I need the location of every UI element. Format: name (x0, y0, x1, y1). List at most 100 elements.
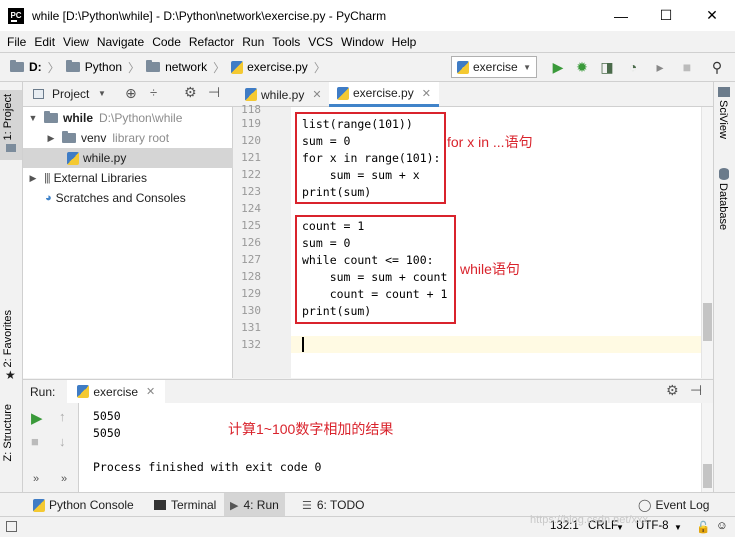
database-tab[interactable]: Database (717, 183, 729, 230)
menu-refactor[interactable]: Refactor (185, 35, 238, 49)
concurrency-icon[interactable]: ▸ (651, 58, 669, 76)
tab-label: exercise.py (353, 86, 414, 100)
chevron-down-icon: ▼ (523, 62, 531, 72)
tree-item-while-project[interactable]: ▼ while D:\Python\while (23, 108, 233, 128)
tree-item-venv[interactable]: ▶ venv library root (23, 128, 233, 148)
menu-vcs[interactable]: VCS (304, 35, 337, 49)
breadcrumb-python[interactable]: Python 〉 (65, 59, 141, 76)
maximize-button[interactable]: ☐ (643, 0, 689, 31)
arrow-down-icon[interactable]: ↓ (59, 434, 66, 449)
editor-scroll-thumb[interactable] (703, 303, 712, 341)
close-icon[interactable]: ✕ (422, 87, 431, 100)
chevron-right-icon: 〉 (128, 60, 141, 75)
close-icon[interactable]: ✕ (312, 88, 321, 101)
tree-item-label: while (63, 111, 94, 125)
python-console-tab[interactable]: Python Console (27, 493, 140, 517)
line-number: 123 (241, 185, 261, 198)
line-number: 127 (241, 253, 261, 266)
console-scroll-thumb[interactable] (703, 464, 712, 488)
menu-code[interactable]: Code (148, 35, 185, 49)
folder-icon (6, 144, 16, 152)
current-line-highlight (291, 336, 701, 353)
run-configuration-select[interactable]: exercise ▼ (451, 56, 537, 78)
tree-item-path: D:\Python\while (99, 111, 183, 125)
line-number: 132 (241, 338, 261, 351)
gear-icon[interactable]: ⚙ (184, 84, 197, 101)
stop-icon[interactable]: ■ (678, 58, 696, 76)
coverage-icon[interactable]: ◨ (598, 58, 616, 76)
more-icon[interactable]: » (61, 473, 67, 485)
hide-icon[interactable]: ⊣ (690, 382, 702, 399)
tree-item-label: Scratches and Consoles (55, 191, 186, 205)
lock-icon[interactable]: 🔓 (696, 520, 710, 534)
line-number: 128 (241, 270, 261, 283)
inspector-icon[interactable]: ☺ (716, 520, 728, 532)
left-tool-strip: 1: Project 2: Favorites ★ Z: Structure (0, 82, 23, 492)
collapsed-arrow-icon[interactable]: ▶ (27, 173, 39, 184)
tree-item-label: venv (81, 131, 107, 145)
breadcrumb-drive[interactable]: D: 〉 (10, 59, 60, 76)
folder-icon (146, 60, 161, 72)
chevron-down-icon[interactable]: ▼ (98, 89, 106, 98)
close-button[interactable]: ✕ (689, 0, 735, 31)
tab-label: 4: Run (243, 498, 279, 512)
menu-edit[interactable]: Edit (30, 35, 59, 49)
tool-windows-icon[interactable] (6, 521, 17, 532)
favorites-tab-label[interactable]: 2: Favorites (2, 310, 14, 367)
stop-icon[interactable]: ■ (31, 434, 39, 449)
star-icon: ★ (5, 368, 16, 382)
tree-item-while-py[interactable]: while.py (23, 148, 233, 168)
line-number: 126 (241, 236, 261, 249)
menu-window[interactable]: Window (337, 35, 388, 49)
project-view-select[interactable]: Project (52, 87, 89, 101)
locate-icon[interactable]: ⊕ (125, 85, 137, 102)
todo-tab[interactable]: ☰ 6: TODO (296, 493, 370, 517)
run-icon: ▶ (230, 499, 239, 512)
search-icon[interactable]: ⚲ (708, 58, 726, 76)
expanded-arrow-icon[interactable]: ▼ (27, 113, 39, 123)
menu-help[interactable]: Help (388, 35, 421, 49)
menu-file[interactable]: File (3, 35, 30, 49)
python-file-icon (457, 60, 469, 74)
structure-tab-label[interactable]: Z: Structure (2, 404, 14, 461)
line-number: 121 (241, 151, 261, 164)
tree-item-external-libraries[interactable]: ▶ ||| External Libraries (23, 168, 233, 188)
tab-label: Event Log (655, 498, 710, 512)
arrow-up-icon[interactable]: ↑ (59, 409, 66, 424)
python-file-icon (67, 151, 79, 165)
chevron-right-icon: 〉 (313, 60, 326, 75)
menu-run[interactable]: Run (238, 35, 268, 49)
breadcrumb-file[interactable]: exercise.py 〉 (231, 59, 326, 76)
debug-icon[interactable]: ✹ (573, 58, 591, 76)
menu-tools[interactable]: Tools (268, 35, 304, 49)
run-tab-exercise[interactable]: exercise ✕ (67, 379, 166, 404)
tab-exercise-py[interactable]: exercise.py ✕ (329, 82, 439, 107)
menu-navigate[interactable]: Navigate (93, 35, 148, 49)
rerun-icon[interactable]: ▶ (31, 409, 43, 427)
breadcrumb-network[interactable]: network 〉 (146, 59, 225, 76)
sciview-tab[interactable]: SciView (717, 100, 729, 139)
profile-icon[interactable]: ◔ (624, 58, 642, 76)
hide-icon[interactable]: ⊣ (208, 84, 220, 101)
tree-item-scratches[interactable]: ◕ Scratches and Consoles (23, 188, 233, 208)
run-toolbar: ▶ ↑ ■ ↓ » » (23, 403, 79, 492)
menu-view[interactable]: View (59, 35, 93, 49)
collapse-all-icon[interactable]: ÷ (150, 85, 157, 100)
run-panel-header: Run: exercise ✕ ⚙ ⊣ (23, 379, 713, 404)
breadcrumb-python-label: Python (84, 60, 123, 74)
watermark: https://blog.csdn.net/xxx (530, 514, 649, 526)
run-console[interactable] (79, 403, 701, 492)
run-tab[interactable]: ▶ 4: Run (224, 493, 285, 517)
more-icon[interactable]: » (33, 473, 39, 485)
run-icon[interactable]: ▶ (549, 58, 567, 76)
terminal-tab[interactable]: Terminal (148, 493, 222, 517)
annotation-for-note: for x in ...语句 (447, 134, 533, 150)
line-number: 124 (241, 202, 261, 215)
minimize-button[interactable]: — (598, 0, 644, 31)
pycharm-logo-icon: PC (8, 7, 24, 24)
menu-bar: File Edit View Navigate Code Refactor Ru… (0, 31, 735, 52)
close-icon[interactable]: ✕ (146, 385, 155, 398)
collapsed-arrow-icon[interactable]: ▶ (45, 133, 57, 144)
window-icon (33, 89, 44, 99)
gear-icon[interactable]: ⚙ (666, 382, 679, 399)
